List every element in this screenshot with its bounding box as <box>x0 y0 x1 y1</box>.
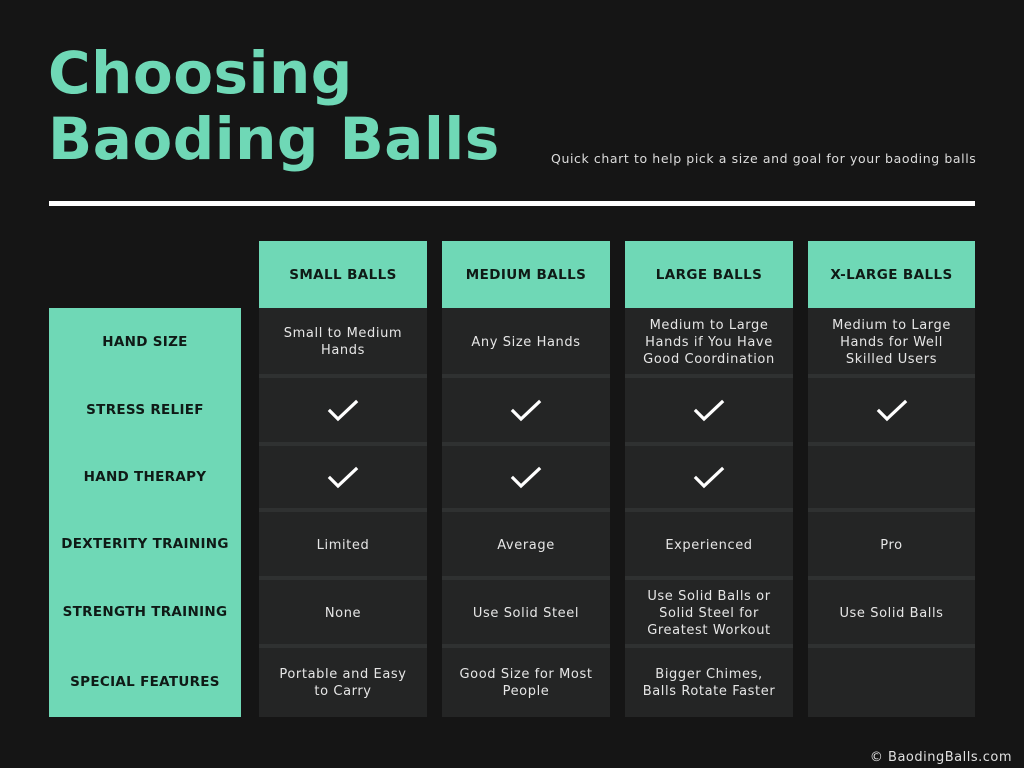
cell-text: Pro <box>880 537 903 553</box>
cell-text: Use Solid Balls or Solid Steel for Great… <box>647 588 771 638</box>
table-cell: Use Solid Balls <box>808 580 975 646</box>
row-label: STRESS RELIEF <box>86 402 204 418</box>
table-column: Small to Medium Hands Limited None Portable… <box>259 308 427 717</box>
table-cell: Bigger Chimes, Balls Rotate Faster <box>625 648 793 717</box>
checkmark-icon <box>327 398 359 424</box>
cell-text: Portable and Easy to Carry <box>279 666 407 699</box>
cell-text: Medium to Large Hands if You Have Good C… <box>643 317 775 367</box>
table-cell: Portable and Easy to Carry <box>259 648 427 717</box>
table-cell: Good Size for Most People <box>442 648 610 717</box>
row-label: HAND THERAPY <box>83 469 207 485</box>
table-cell <box>808 648 975 717</box>
checkmark-icon <box>510 398 542 424</box>
table-cell: Use Solid Steel <box>442 580 610 646</box>
table-cell: Small to Medium Hands <box>259 308 427 376</box>
page-subtitle: Quick chart to help pick a size and goal… <box>551 151 977 166</box>
cell-text: Any Size Hands <box>471 334 581 350</box>
cell-text: Medium to Large Hands for Well Skilled U… <box>832 317 951 367</box>
cell-text: Bigger Chimes, Balls Rotate Faster <box>642 666 776 699</box>
table-cell: Use Solid Balls or Solid Steel for Great… <box>625 580 793 646</box>
row-label: SPECIAL FEATURES <box>70 673 220 690</box>
row-label: STRENGTH TRAINING <box>62 604 228 620</box>
table-cell: Any Size Hands <box>442 308 610 376</box>
cell-text: Average <box>497 537 555 553</box>
table-cell: Average <box>442 512 610 578</box>
cell-text: Limited <box>316 537 370 553</box>
cell-text: Experienced <box>665 537 753 553</box>
table-cell: Experienced <box>625 512 793 578</box>
copyright-footer: © BaodingBalls.com <box>869 750 1012 765</box>
title-line-2: Baoding Balls <box>48 105 500 173</box>
cell-text: Use Solid Balls <box>839 605 944 621</box>
cell-text: None <box>324 605 362 621</box>
cell-text: Good Size for Most People <box>459 666 593 699</box>
row-label: HAND SIZE <box>102 334 188 350</box>
column-header: SMALL BALLS <box>259 241 427 308</box>
table-cell <box>442 378 610 444</box>
table-cell: Medium to Large Hands if You Have Good C… <box>625 308 793 376</box>
column-header: X-LARGE BALLS <box>808 241 975 308</box>
table-cell <box>625 378 793 444</box>
table-cell: Pro <box>808 512 975 578</box>
table-cell <box>808 378 975 444</box>
column-header: LARGE BALLS <box>625 241 793 308</box>
column-header: MEDIUM BALLS <box>442 241 610 308</box>
table-cell <box>259 446 427 510</box>
row-label-column: HAND SIZE STRESS RELIEF HAND THERAPY DEXTER… <box>49 308 241 717</box>
checkmark-icon <box>876 398 908 424</box>
cell-text: Use Solid Steel <box>472 605 580 621</box>
table-column: Any Size Hands Average Use Solid Steel Good… <box>442 308 610 717</box>
table-cell <box>442 446 610 510</box>
checkmark-icon <box>693 398 725 424</box>
table-cell: Medium to Large Hands for Well Skilled U… <box>808 308 975 376</box>
header-divider <box>49 201 975 206</box>
checkmark-icon <box>693 465 725 491</box>
table-cell: None <box>259 580 427 646</box>
row-label: DEXTERITY TRAINING <box>61 536 229 552</box>
page-title: Choosing Baoding Balls <box>48 40 528 172</box>
table-cell <box>808 446 975 510</box>
checkmark-icon <box>510 465 542 491</box>
table-cell <box>625 446 793 510</box>
checkmark-icon <box>327 465 359 491</box>
title-line-1: Choosing <box>48 39 353 107</box>
table-column: Medium to Large Hands for Well Skilled U… <box>808 308 975 717</box>
table-column: Medium to Large Hands if You Have Good C… <box>625 308 793 717</box>
cell-text: Small to Medium Hands <box>283 326 403 358</box>
table-cell <box>259 378 427 444</box>
table-cell: Limited <box>259 512 427 578</box>
